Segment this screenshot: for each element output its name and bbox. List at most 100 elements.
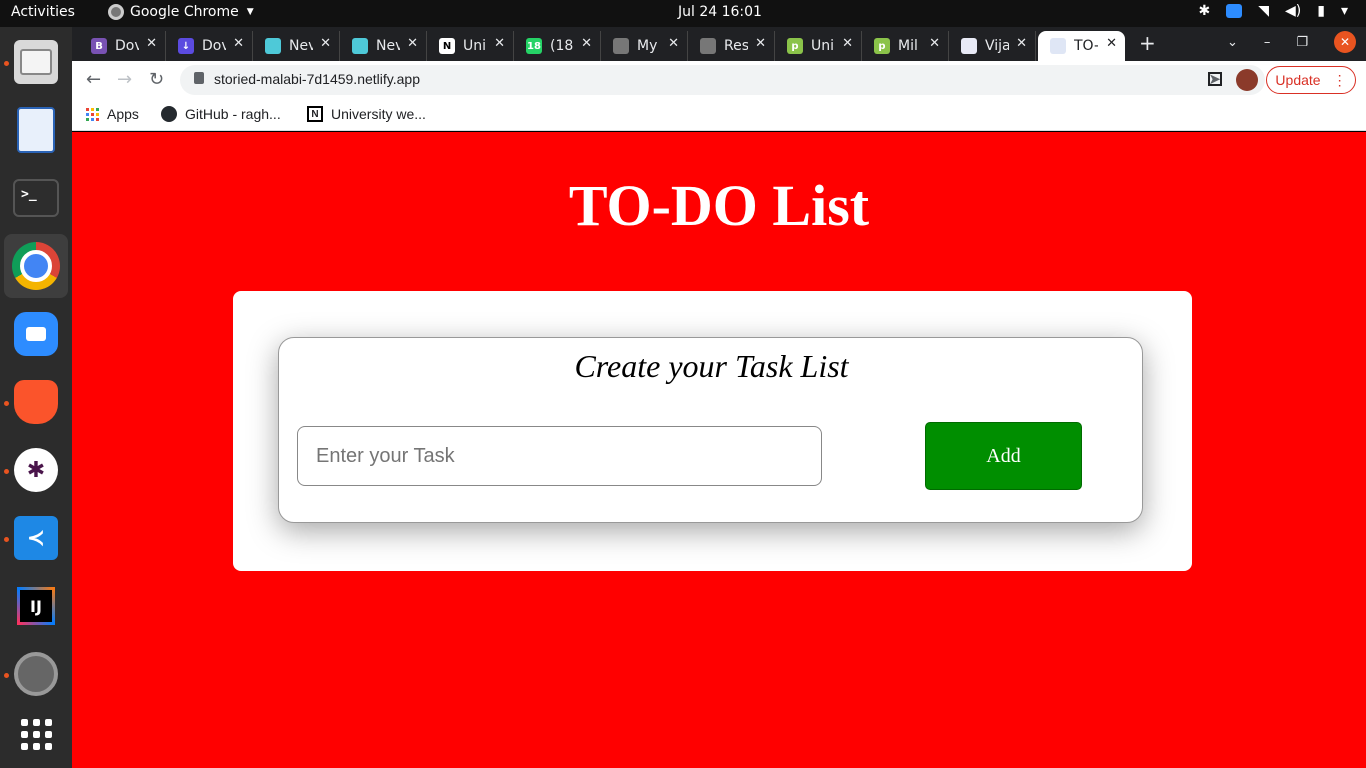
dock-zoom[interactable] <box>4 302 68 366</box>
slack-icon: ✱ <box>14 448 58 492</box>
tab-title: Uni <box>811 38 835 54</box>
url-text[interactable]: storied-malabi-7d1459.netlify.app <box>214 71 420 87</box>
side-panel-icon[interactable] <box>1208 72 1222 86</box>
zoom-tray-icon[interactable] <box>1226 4 1243 18</box>
lock-badge-icon <box>961 38 977 54</box>
tab-title: My <box>637 38 658 54</box>
browser-tab[interactable]: Nev ✕ <box>340 31 427 61</box>
tab-close-icon[interactable]: ✕ <box>755 36 766 51</box>
zoom-icon <box>14 312 58 356</box>
page-title: TO-DO List <box>568 173 870 238</box>
globe-icon <box>613 38 629 54</box>
browser-tab[interactable]: My ✕ <box>601 31 688 61</box>
browser-tab[interactable]: p Mil ✕ <box>862 31 949 61</box>
browser-tab[interactable]: p Uni ✕ <box>775 31 862 61</box>
brand-icon <box>265 38 281 54</box>
bookmark-github[interactable]: GitHub - ragh... <box>161 106 281 122</box>
forward-button[interactable]: → <box>117 69 132 90</box>
window-controls: ⌄ – ❐ ✕ <box>1227 31 1356 53</box>
activities-button[interactable]: Activities <box>11 4 75 20</box>
show-apps-icon <box>20 718 52 750</box>
menu-dots-icon: ⋮ <box>1332 71 1347 88</box>
bookmark-university[interactable]: N University we... <box>307 106 426 122</box>
battery-icon[interactable]: ▮ <box>1317 3 1325 19</box>
browser-tab[interactable]: ↓ Dov ✕ <box>166 31 253 61</box>
tab-title: TO- <box>1074 38 1098 54</box>
libreoffice-writer-icon <box>17 107 55 153</box>
app-name: Google Chrome <box>130 4 239 20</box>
github-icon <box>161 106 177 122</box>
dock-terminal[interactable]: >_ <box>4 166 68 230</box>
dock-intellij[interactable]: IJ <box>4 574 68 638</box>
wifi-icon[interactable]: ◥ <box>1258 3 1269 19</box>
apps-grid-icon <box>86 107 99 121</box>
show-apps-button[interactable] <box>4 702 68 766</box>
browser-tab[interactable]: TO- ✕ <box>1038 31 1125 61</box>
maximize-button[interactable]: ❐ <box>1296 35 1308 50</box>
document-icon <box>1050 38 1066 54</box>
dock-vscode[interactable]: ≺ <box>4 506 68 570</box>
tab-close-icon[interactable]: ✕ <box>494 36 505 51</box>
tab-strip: B Dov ✕ ↓ Dov ✕ Nev ✕ Nev ✕ N Uni ✕ 18 (18) ✕ My ✕ Res ✕ p Un… <box>72 27 1366 61</box>
close-window-button[interactable]: ✕ <box>1334 31 1356 53</box>
browser-tab[interactable]: Vija ✕ <box>949 31 1036 61</box>
reload-button[interactable]: ↻ <box>149 69 164 90</box>
dock-files[interactable] <box>4 30 68 94</box>
minimize-button[interactable]: – <box>1264 35 1271 50</box>
tab-close-icon[interactable]: ✕ <box>233 36 244 51</box>
notion-icon: N <box>439 38 455 54</box>
back-button[interactable]: ← <box>86 69 101 90</box>
dock-slack[interactable]: ✱ <box>4 438 68 502</box>
bootstrap-icon: B <box>91 38 107 54</box>
todo-card: Create your Task List Add <box>233 291 1192 571</box>
add-task-button[interactable]: Add <box>925 422 1082 490</box>
tab-close-icon[interactable]: ✕ <box>581 36 592 51</box>
browser-tab[interactable]: N Uni ✕ <box>427 31 514 61</box>
tab-close-icon[interactable]: ✕ <box>842 36 853 51</box>
tab-close-icon[interactable]: ✕ <box>1106 36 1117 51</box>
tab-close-icon[interactable]: ✕ <box>929 36 940 51</box>
dock-chrome[interactable] <box>4 234 68 298</box>
dock-settings[interactable] <box>4 642 68 706</box>
browser-toolbar: ← → ↻ storied-malabi-7d1459.netlify.app … <box>72 61 1366 99</box>
address-bar[interactable]: storied-malabi-7d1459.netlify.app ➤ ☆ <box>180 65 1265 95</box>
tab-close-icon[interactable]: ✕ <box>407 36 418 51</box>
whatsapp-icon: 18 <box>526 38 542 54</box>
tab-search-icon[interactable]: ⌄ <box>1227 35 1238 50</box>
tab-close-icon[interactable]: ✕ <box>146 36 157 51</box>
browser-tab[interactable]: 18 (18) ✕ <box>514 31 601 61</box>
page-content: TO-DO List Create your Task List Add <box>72 132 1366 768</box>
clock[interactable]: Jul 24 16:01 <box>678 4 762 20</box>
terminal-icon: >_ <box>13 179 59 217</box>
tab-title: Dov <box>115 38 139 54</box>
tab-close-icon[interactable]: ✕ <box>320 36 331 51</box>
power-menu-icon[interactable]: ▾ <box>1341 3 1348 19</box>
update-button[interactable]: Update ⋮ <box>1266 66 1356 94</box>
volume-icon[interactable]: ◀) <box>1285 3 1301 19</box>
dock-writer[interactable] <box>4 98 68 162</box>
dock: >_ ✱ ≺ IJ <box>0 27 72 768</box>
files-icon <box>14 40 58 84</box>
tab-close-icon[interactable]: ✕ <box>668 36 679 51</box>
bookmark-label: Apps <box>107 106 139 122</box>
profile-avatar[interactable] <box>1236 69 1258 91</box>
bookmarks-bar: Apps GitHub - ragh... N University we... <box>72 99 1366 131</box>
browser-tab[interactable]: B Dov ✕ <box>79 31 166 61</box>
tab-title: Nev <box>376 38 400 54</box>
download-icon: ↓ <box>178 38 194 54</box>
system-tray[interactable]: ✱ ◥ ◀) ▮ ▾ <box>1199 3 1349 19</box>
dock-brave[interactable] <box>4 370 68 434</box>
browser-tab[interactable]: Res ✕ <box>688 31 775 61</box>
new-tab-button[interactable]: + <box>1139 31 1156 55</box>
gnome-top-bar: Activities Google Chrome ▼ Jul 24 16:01 … <box>0 0 1366 27</box>
tab-title: Res <box>724 38 748 54</box>
lock-icon[interactable] <box>194 72 204 84</box>
slack-tray-icon[interactable]: ✱ <box>1199 3 1211 19</box>
brave-icon <box>14 380 58 424</box>
tab-close-icon[interactable]: ✕ <box>1016 36 1027 51</box>
app-menu[interactable]: Google Chrome ▼ <box>108 4 254 20</box>
task-input[interactable] <box>297 426 822 486</box>
browser-tab[interactable]: Nev ✕ <box>253 31 340 61</box>
bookmark-apps[interactable]: Apps <box>86 106 139 122</box>
notion-icon: N <box>307 106 323 122</box>
